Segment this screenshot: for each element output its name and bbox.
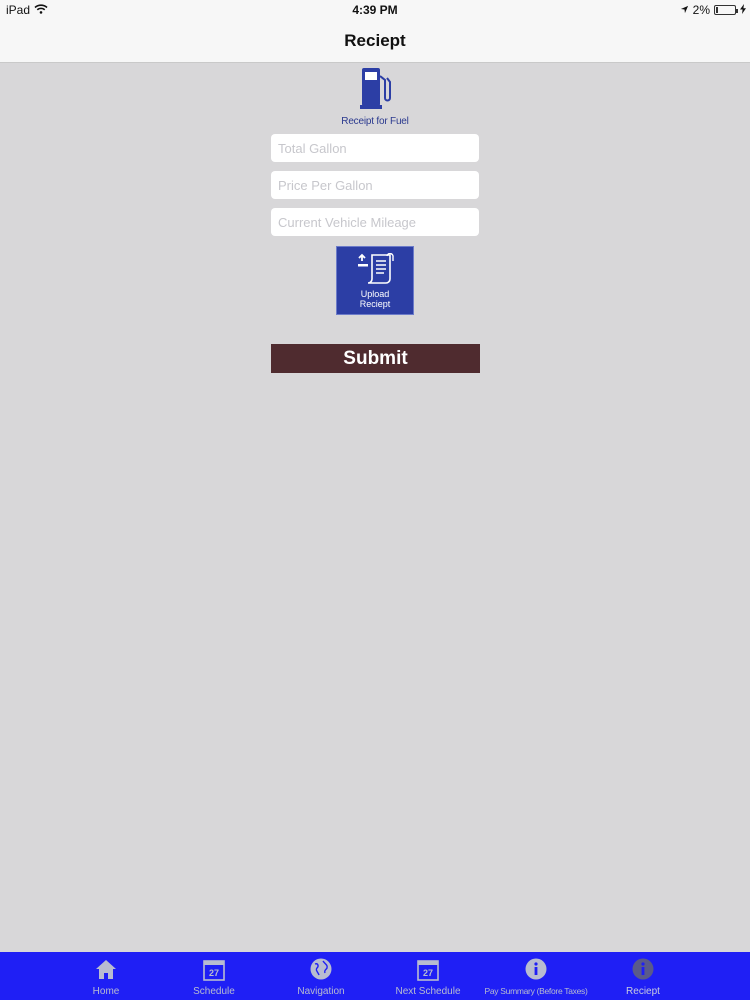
- tab-next-schedule[interactable]: 27 Next Schedule: [388, 952, 468, 1000]
- tab-reciept[interactable]: Reciept: [612, 952, 674, 1000]
- info-icon: [524, 957, 548, 986]
- submit-button[interactable]: Submit: [271, 344, 480, 373]
- battery-percent: 2%: [692, 3, 710, 17]
- tab-reciept-label: Reciept: [626, 986, 660, 997]
- fuel-pump-icon: [359, 68, 391, 114]
- tab-navigation[interactable]: Navigation: [286, 952, 356, 1000]
- status-time: 4:39 PM: [352, 3, 398, 17]
- tab-next-schedule-label: Next Schedule: [395, 986, 461, 997]
- calendar-icon: 27: [202, 957, 226, 986]
- upload-receipt-button[interactable]: Upload Reciept: [336, 246, 414, 315]
- charging-icon: [740, 3, 746, 17]
- page-title: Reciept: [344, 31, 406, 50]
- status-right: 2%: [680, 3, 746, 17]
- fuel-header: Receipt for Fuel: [325, 66, 425, 127]
- calendar-icon: 27: [416, 957, 440, 986]
- next-schedule-day: 27: [423, 968, 433, 978]
- globe-icon: [309, 957, 333, 986]
- tab-pay-summary-label: Pay Summary (Before Taxes): [484, 986, 588, 996]
- schedule-day: 27: [209, 968, 219, 978]
- tab-schedule[interactable]: 27 Schedule: [178, 952, 250, 1000]
- vehicle-mileage-input[interactable]: [271, 208, 479, 236]
- tab-home[interactable]: Home: [76, 952, 136, 1000]
- top-bar: iPad 4:39 PM 2% Reciept: [0, 0, 750, 63]
- upload-receipt-label: Upload Reciept: [359, 289, 391, 309]
- home-icon: [94, 957, 118, 986]
- fuel-caption: Receipt for Fuel: [341, 116, 409, 127]
- tab-pay-summary[interactable]: Pay Summary (Before Taxes): [480, 952, 592, 1000]
- total-gallon-input[interactable]: [271, 134, 479, 162]
- upload-document-icon: [357, 252, 395, 292]
- price-per-gallon-input[interactable]: [271, 171, 479, 199]
- battery-icon: [714, 5, 738, 15]
- info-icon: [631, 957, 655, 986]
- tab-bar: Home 27 Schedule Navigation 27 Next Sche…: [0, 952, 750, 1000]
- tab-navigation-label: Navigation: [297, 986, 345, 997]
- location-arrow-icon: [680, 3, 689, 17]
- tab-home-label: Home: [92, 986, 120, 997]
- tab-schedule-label: Schedule: [193, 986, 235, 997]
